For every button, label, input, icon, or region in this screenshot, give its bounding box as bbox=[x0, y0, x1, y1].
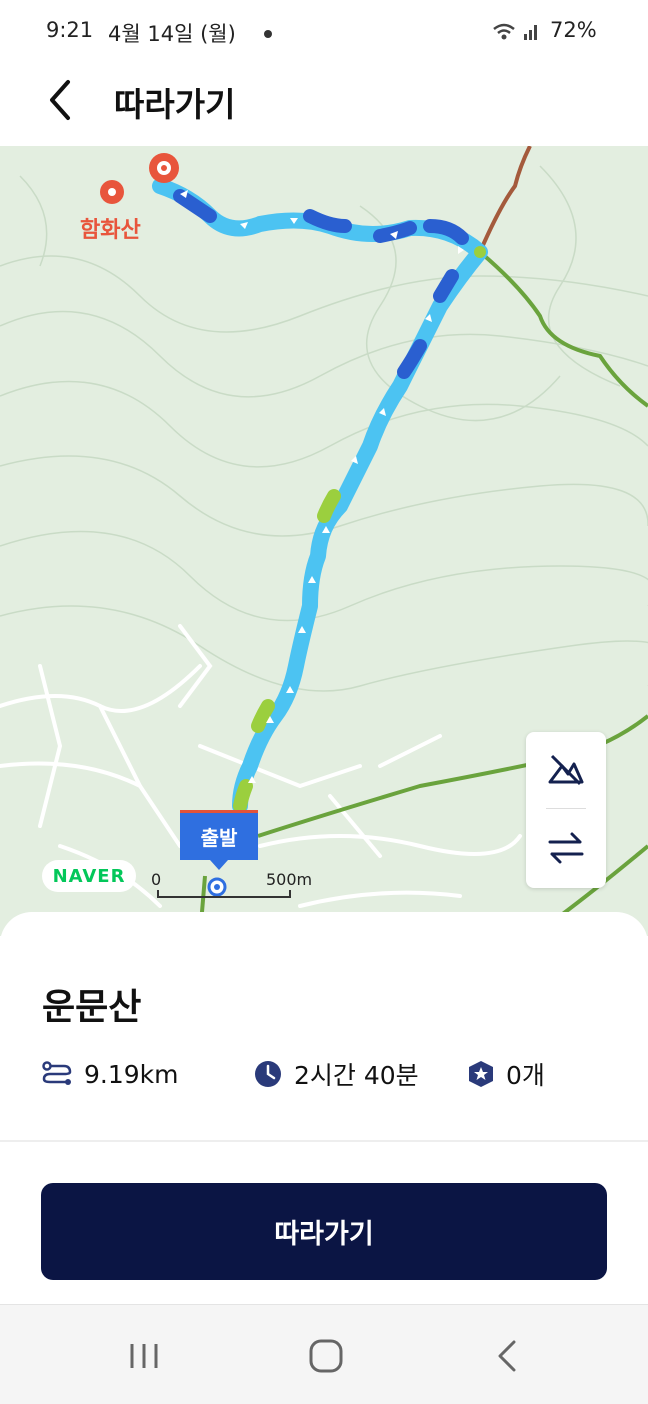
back-button[interactable] bbox=[38, 76, 86, 124]
map-scale-bar bbox=[157, 890, 291, 898]
naver-logo: NAVER bbox=[42, 860, 136, 892]
course-info-sheet: 운문산 9.19km 2시간 40분 0개 따라가기 bbox=[0, 912, 648, 1304]
map-scale-zero: 0 bbox=[151, 870, 162, 889]
home-icon bbox=[309, 1339, 343, 1373]
system-back-button[interactable] bbox=[478, 1333, 538, 1379]
page-title: 따라가기 bbox=[114, 85, 236, 124]
peak-label: 함화산 bbox=[80, 218, 141, 243]
recents-icon bbox=[130, 1344, 158, 1368]
status-date: 4월 14일 (월) bbox=[108, 22, 236, 46]
chevron-left-icon bbox=[498, 1340, 516, 1372]
notification-dot-icon bbox=[264, 30, 272, 38]
toggle-elevation-button[interactable] bbox=[526, 732, 606, 808]
start-marker[interactable]: 출발 bbox=[180, 810, 258, 870]
route-distance-icon bbox=[42, 1061, 72, 1085]
duration-stat: 2시간 40분 bbox=[254, 1054, 419, 1094]
battery-level: 72% bbox=[550, 18, 597, 42]
stamp-count: 0개 bbox=[506, 1061, 545, 1090]
follow-button[interactable]: 따라가기 bbox=[41, 1183, 607, 1280]
clock-icon bbox=[255, 1061, 281, 1087]
stamp-badge-icon bbox=[469, 1061, 493, 1087]
sheet-divider bbox=[0, 1140, 648, 1142]
app-header: 따라가기 bbox=[0, 62, 648, 146]
home-button[interactable] bbox=[296, 1333, 356, 1379]
status-bar: 9:21 4월 14일 (월) 72% bbox=[0, 0, 648, 62]
elevation-off-icon bbox=[548, 754, 584, 786]
recents-button[interactable] bbox=[114, 1333, 174, 1379]
system-nav-bar bbox=[0, 1304, 648, 1404]
map-scale-distance: 500m bbox=[266, 870, 313, 889]
distance-value: 9.19km bbox=[84, 1059, 179, 1089]
route-map[interactable]: 함화산 출발 NAVER 0 500m bbox=[0, 146, 648, 936]
swap-arrows-icon bbox=[548, 832, 584, 864]
wifi-signal-icon bbox=[493, 23, 537, 40]
stamp-stat: 0개 bbox=[468, 1054, 545, 1094]
status-time: 9:21 bbox=[46, 18, 94, 42]
course-name: 운문산 bbox=[42, 987, 142, 1028]
controls-divider bbox=[546, 808, 586, 809]
map-controls bbox=[526, 732, 606, 888]
duration-value: 2시간 40분 bbox=[294, 1061, 419, 1090]
distance-stat: 9.19km bbox=[42, 1054, 179, 1094]
reverse-route-button[interactable] bbox=[526, 810, 606, 886]
chevron-left-icon bbox=[50, 80, 70, 120]
